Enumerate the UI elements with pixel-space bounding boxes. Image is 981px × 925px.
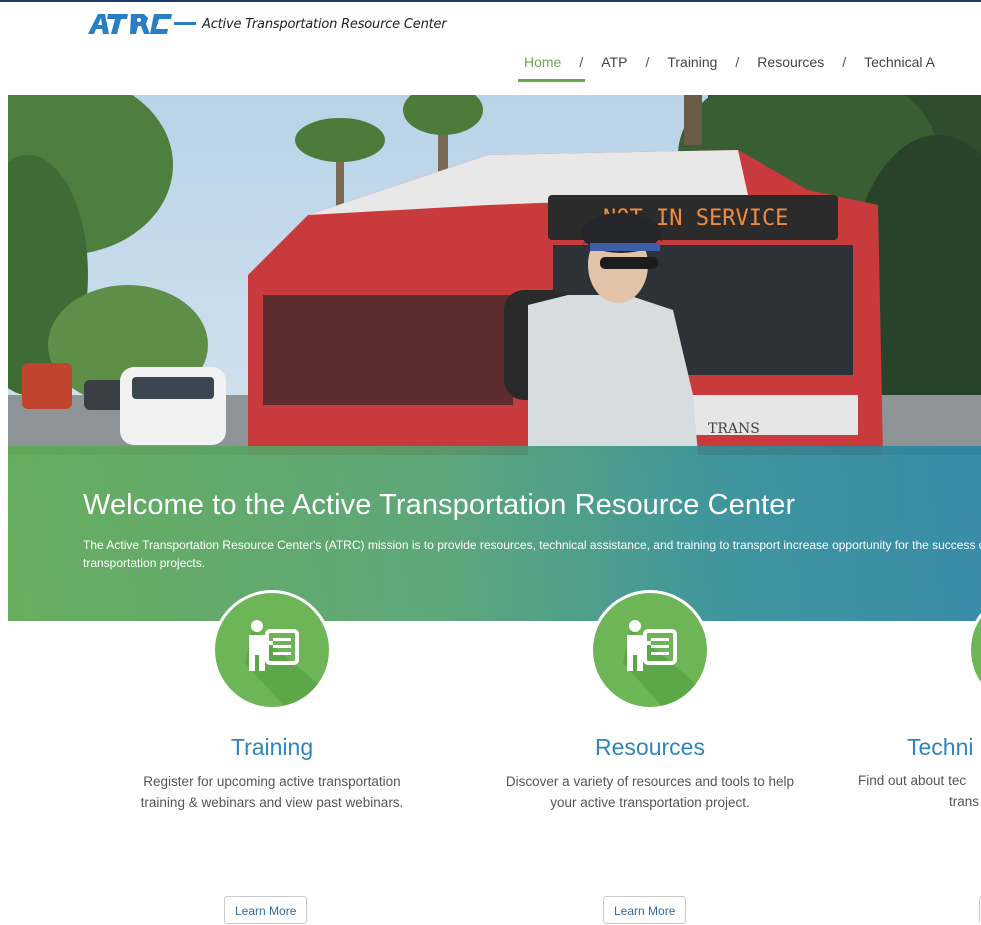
card-icon-frame: [590, 590, 710, 710]
card-title[interactable]: Training: [102, 734, 442, 761]
card-title[interactable]: Resources: [480, 734, 820, 761]
card-icon-circle[interactable]: [971, 593, 981, 707]
card-icon-frame: [212, 590, 332, 710]
logo-text: Active Transportation Resource Center: [202, 16, 447, 32]
nav-home[interactable]: Home: [517, 50, 586, 82]
nav-atp[interactable]: ATP: [597, 50, 631, 82]
nav-separator: /: [645, 54, 650, 70]
hero-description: The Active Transportation Resource Cente…: [83, 538, 981, 570]
card-description: Register for upcoming active transportat…: [102, 771, 442, 813]
hero-title: Welcome to the Active Transportation Res…: [83, 489, 796, 521]
card-description-line: Find out about tec: [858, 773, 967, 788]
hero-banner: NOT IN SERVICE TRANS Welcome to the Acti…: [8, 95, 981, 621]
nav-resources[interactable]: Resources: [753, 50, 828, 82]
training-learn-more-button[interactable]: Learn More: [224, 896, 308, 924]
nav-separator: /: [735, 54, 740, 70]
main-nav: Home / ATP / Training / Resources / Tech…: [517, 50, 939, 82]
card-description-line: training & webinars and view past webina…: [140, 795, 404, 810]
card-icon-frame: [968, 590, 981, 710]
nav-technical-assistance[interactable]: Technical A: [860, 50, 939, 82]
atrc-logo-mark: [88, 14, 196, 34]
card-description: Find out about tec trans: [858, 770, 979, 812]
card-icon-circle[interactable]: [215, 593, 329, 707]
resources-learn-more-button[interactable]: Learn More: [603, 896, 687, 924]
card-description-line: Discover a variety of resources and tool…: [505, 774, 795, 789]
nav-separator: /: [842, 54, 847, 70]
site-logo[interactable]: Active Transportation Resource Center: [88, 10, 447, 38]
bus-side-text: TRANS: [708, 421, 760, 437]
card-description-line: trans: [949, 794, 980, 809]
card-description: Discover a variety of resources and tool…: [480, 771, 820, 813]
card-icon-frame-inner: [968, 590, 981, 710]
presenter-board-icon: [245, 620, 329, 707]
card-training: Training Register for upcoming active tr…: [102, 590, 442, 813]
presenter-board-icon: [623, 620, 707, 707]
card-description-line: Register for upcoming active transportat…: [143, 774, 401, 789]
card-description-line: your active transportation project.: [550, 795, 750, 810]
card-icon-circle[interactable]: [593, 593, 707, 707]
nav-training[interactable]: Training: [663, 50, 721, 82]
card-resources: Resources Discover a variety of resource…: [480, 590, 820, 813]
top-border: [0, 0, 981, 2]
card-title[interactable]: Techni: [907, 710, 973, 761]
nav-separator: /: [579, 54, 584, 70]
